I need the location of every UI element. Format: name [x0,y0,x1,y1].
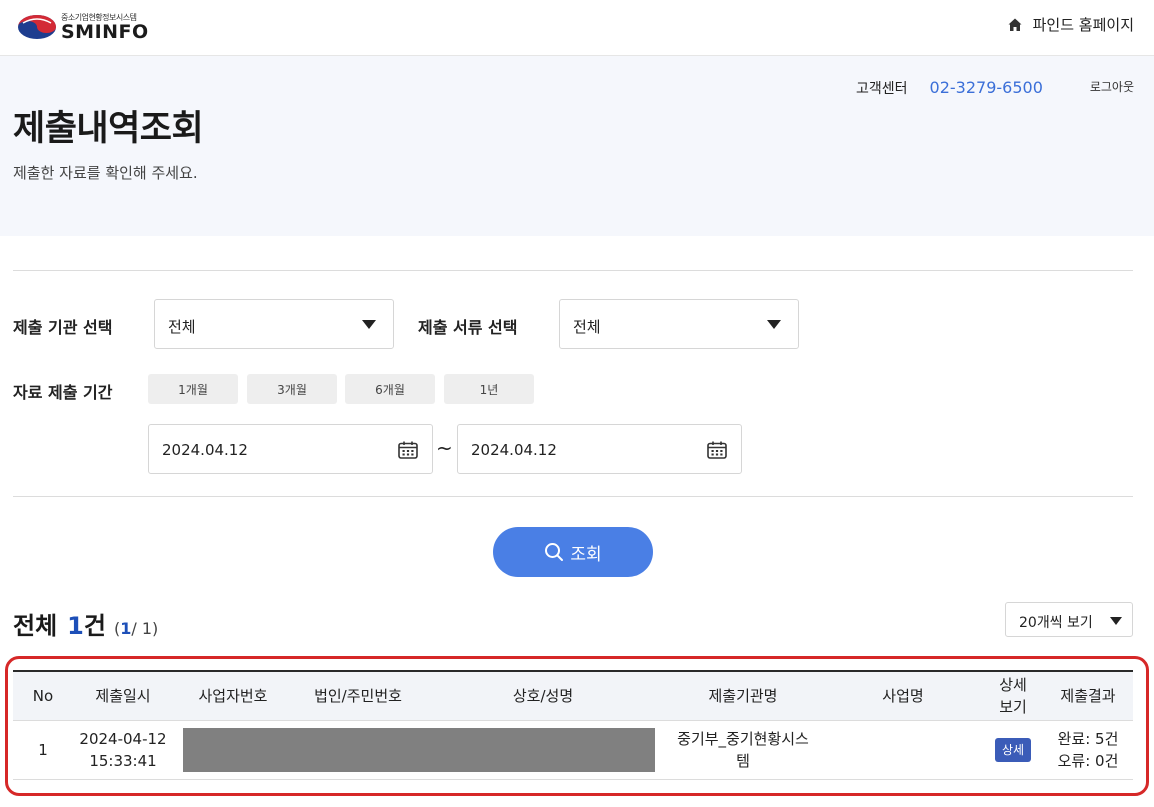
header-detail-line2: 보기 [999,696,1027,718]
customer-center-label: 고객센터 [856,78,908,98]
header-biz-no: 사업자번호 [183,672,283,720]
submission-table: No 제출일시 사업자번호 법인/주민번호 상호/성명 제출기관명 사업명 상세… [13,670,1133,780]
agency-select-label: 제출 기관 선택 [13,314,112,338]
row-date-day: 2024-04-12 [79,728,166,750]
top-bar: 중소기업현황정보시스템 SMINFO 파인드 홈페이지 [0,0,1154,56]
end-date-input[interactable]: 2024.04.12 [457,424,742,474]
customer-center: 고객센터 02-3279-6500 [856,78,1043,98]
header-company: 상호/성명 [473,672,613,720]
row-result-done: 완료: 5건 [1058,728,1119,750]
total-label: 전체 [13,606,57,641]
search-button[interactable]: 조회 [493,527,653,577]
header-corp-no: 법인/주민번호 [298,672,418,720]
detail-button[interactable]: 상세 [995,738,1031,762]
page-hero: 고객센터 02-3279-6500 로그아웃 제출내역조회 제출한 자료를 확인… [0,56,1154,236]
dropdown-caret-icon [767,320,781,329]
redacted-area [183,728,655,772]
table-row: 1 2024-04-12 15:33:41 중기부_중기현황시스 템 상세 완료… [13,721,1133,780]
table-header: No 제출일시 사업자번호 법인/주민번호 상호/성명 제출기관명 사업명 상세… [13,670,1133,721]
home-icon [1007,17,1023,33]
date-range-separator: ~ [436,436,453,460]
period-3-months-button[interactable]: 3개월 [247,374,337,404]
page-indicator: (1/ 1) [114,619,158,638]
homepage-link-label: 파인드 홈페이지 [1033,14,1134,35]
header-agency: 제출기관명 [663,672,823,720]
sminfo-logo[interactable]: 중소기업현황정보시스템 SMINFO [17,12,177,44]
period-1-year-button[interactable]: 1년 [444,374,534,404]
row-no: 1 [13,721,73,779]
homepage-link[interactable]: 파인드 홈페이지 [1007,14,1134,35]
page-rest: / 1) [131,619,158,638]
row-detail: 상세 [983,721,1043,779]
row-date-time: 15:33:41 [89,750,156,772]
row-agency-line1: 중기부_중기현황시스 [677,728,809,750]
total-unit: 건 [84,606,106,641]
end-date-value: 2024.04.12 [471,441,557,459]
search-button-label: 조회 [570,540,601,565]
page-description: 제출한 자료를 확인해 주세요. [13,162,198,183]
header-detail-line1: 상세 [999,674,1027,696]
row-result-error: 오류: 0건 [1058,750,1119,772]
header-no: No [13,672,73,720]
row-date: 2024-04-12 15:33:41 [73,721,173,779]
start-date-input[interactable]: 2024.04.12 [148,424,433,474]
start-date-value: 2024.04.12 [162,441,248,459]
customer-center-phone[interactable]: 02-3279-6500 [930,78,1043,97]
document-select-label: 제출 서류 선택 [418,314,517,338]
logo-text: SMINFO [61,21,149,43]
row-result: 완료: 5건 오류: 0건 [1048,721,1128,779]
calendar-icon[interactable] [398,441,418,459]
header-detail: 상세 보기 [983,672,1043,720]
period-1-month-button[interactable]: 1개월 [148,374,238,404]
row-agency: 중기부_중기현황시스 템 [663,721,823,779]
period-6-months-button[interactable]: 6개월 [345,374,435,404]
dropdown-caret-icon [362,320,376,329]
taegeuk-emblem-icon [17,14,57,40]
document-select[interactable]: 전체 [559,299,799,349]
divider [13,270,1133,271]
agency-select-value: 전체 [168,316,196,337]
header-result: 제출결과 [1048,672,1128,720]
logout-link[interactable]: 로그아웃 [1090,78,1134,95]
current-page: 1 [120,619,131,638]
divider [13,496,1133,497]
dropdown-caret-icon [1110,617,1122,625]
header-business: 사업명 [858,672,948,720]
period-label: 자료 제출 기간 [13,379,112,403]
page-size-select[interactable]: 20개씩 보기 [1005,602,1133,637]
result-summary: 전체 1 건 (1/ 1) [13,606,158,641]
search-icon [544,542,564,562]
page-size-value: 20개씩 보기 [1019,612,1093,632]
header-date: 제출일시 [73,672,173,720]
calendar-icon[interactable] [707,441,727,459]
total-count: 1 [67,612,84,640]
row-business [858,721,948,779]
document-select-value: 전체 [573,316,601,337]
row-agency-line2: 템 [736,750,750,772]
agency-select[interactable]: 전체 [154,299,394,349]
page-title: 제출내역조회 [13,100,203,151]
